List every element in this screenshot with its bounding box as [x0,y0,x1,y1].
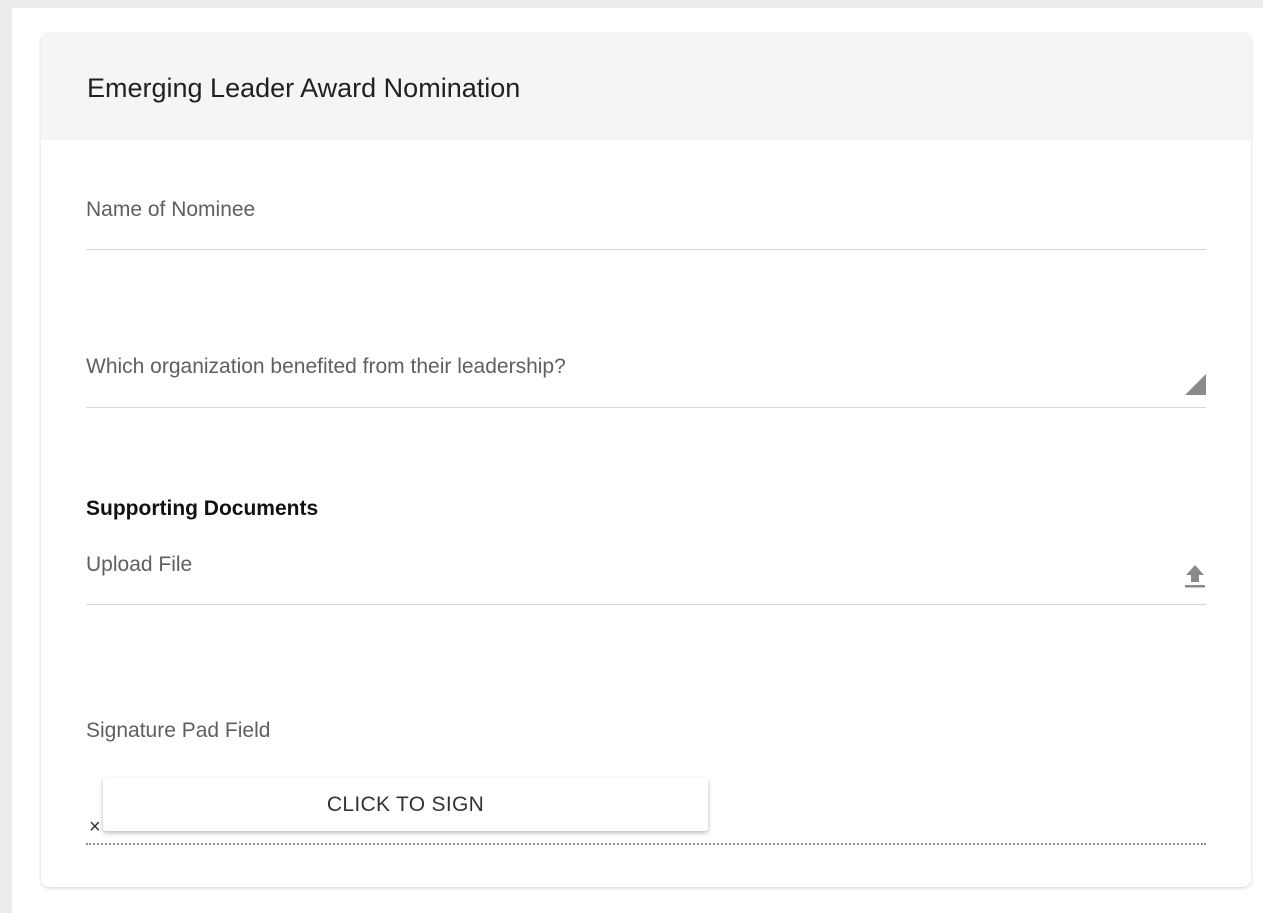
signature-pad-label: Signature Pad Field [86,719,271,742]
nominee-name-label: Name of Nominee [86,198,256,221]
signature-line [86,843,1206,845]
form-card: Emerging Leader Award Nomination Name of… [41,33,1251,887]
upload-file-label: Upload File [86,553,193,576]
nominee-name-field[interactable]: Name of Nominee [86,183,1206,250]
form-header: Emerging Leader Award Nomination [41,33,1251,140]
signature-clear-icon[interactable]: × [89,816,101,838]
form-title: Emerging Leader Award Nomination [87,73,521,103]
supporting-documents-title: Supporting Documents [86,497,319,520]
click-to-sign-button[interactable]: CLICK TO SIGN [103,778,708,831]
upload-icon[interactable] [1184,563,1206,589]
organization-textarea[interactable]: Which organization benefited from their … [86,338,1206,408]
upload-file-field[interactable]: Upload File [86,538,1206,605]
organization-label: Which organization benefited from their … [86,355,566,378]
resize-handle-icon[interactable] [1185,374,1206,395]
